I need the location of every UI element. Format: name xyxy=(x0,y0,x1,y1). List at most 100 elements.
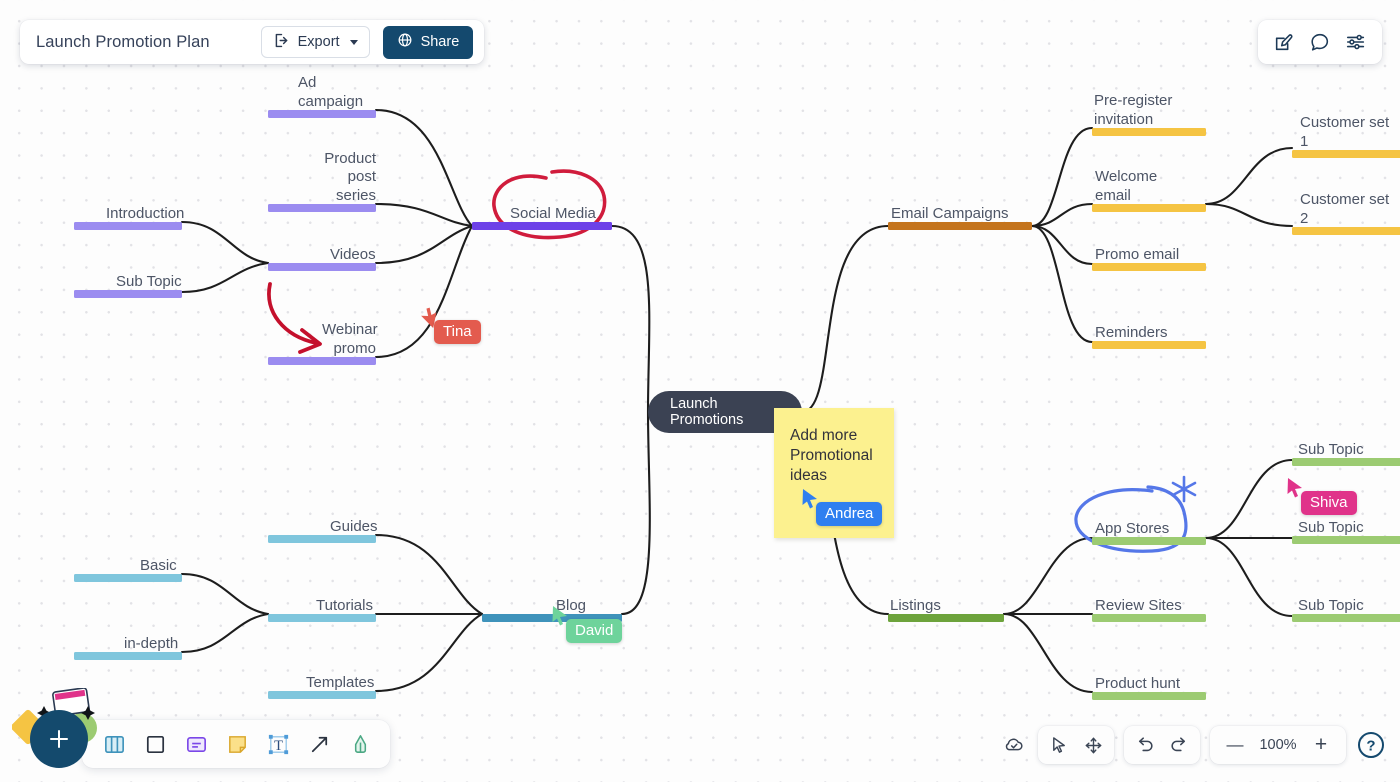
node-label: Webinar promo xyxy=(322,321,378,357)
node-bar xyxy=(74,574,182,582)
export-button[interactable]: Export xyxy=(260,26,370,58)
cursor-label: Tina xyxy=(434,320,481,344)
node-label: Sub Topic xyxy=(1298,440,1364,458)
node-bar xyxy=(268,263,376,271)
mindmap-app: Launch Promotion Plan Export Share Ad ca… xyxy=(0,0,1400,782)
node-bar xyxy=(1292,536,1400,544)
node-customer-set-1[interactable]: Customer set 1 xyxy=(1292,100,1400,158)
node-label: Promo email xyxy=(1095,245,1180,263)
node-label: App Stores xyxy=(1095,519,1170,537)
node-bar xyxy=(1092,614,1206,622)
cursor-label: Andrea xyxy=(816,502,883,526)
undo-icon[interactable] xyxy=(1130,730,1160,760)
share-button[interactable]: Share xyxy=(382,25,474,59)
node-product-hunt[interactable]: Product hunt xyxy=(1092,663,1206,700)
node-product-post-series[interactable]: Product post series xyxy=(268,150,376,212)
export-button-label: Export xyxy=(297,34,340,50)
node-pre-register-invitation[interactable]: Pre-register invitation xyxy=(1092,78,1206,136)
zoom-in-button[interactable]: + xyxy=(1306,730,1336,760)
node-promo-email[interactable]: Promo email xyxy=(1092,234,1206,271)
node-videos[interactable]: Videos xyxy=(268,234,376,271)
node-label: Reminders xyxy=(1095,323,1168,341)
cloud-saved-icon[interactable] xyxy=(1000,733,1028,757)
text-tool-icon[interactable]: T xyxy=(262,728,294,760)
node-label: Customer set 2 xyxy=(1300,191,1390,227)
node-bar xyxy=(1092,128,1206,136)
node-social-media[interactable]: Social Media xyxy=(472,195,612,230)
card-icon[interactable] xyxy=(180,728,212,760)
pan-move-icon[interactable] xyxy=(1078,730,1108,760)
node-in-depth[interactable]: in-depth xyxy=(74,623,182,660)
node-sub-topic-1[interactable]: Sub Topic xyxy=(1292,429,1400,466)
node-label: Product hunt xyxy=(1095,674,1181,692)
node-bar xyxy=(472,222,612,230)
cursor-select-icon[interactable] xyxy=(1044,730,1074,760)
node-label: Guides xyxy=(330,517,378,535)
node-customer-set-2[interactable]: Customer set 2 xyxy=(1292,177,1400,235)
node-listings[interactable]: Listings xyxy=(888,585,1004,622)
frame-icon[interactable] xyxy=(139,728,171,760)
node-label: Basic xyxy=(140,556,177,574)
node-basic[interactable]: Basic xyxy=(74,545,182,582)
zoom-out-button[interactable]: — xyxy=(1220,730,1250,760)
node-review-sites[interactable]: Review Sites xyxy=(1092,585,1206,622)
node-bar xyxy=(1292,227,1400,235)
export-arrow-icon xyxy=(273,32,290,53)
node-bar xyxy=(268,110,376,118)
node-reminders[interactable]: Reminders xyxy=(1092,312,1206,349)
node-label: Social Media xyxy=(510,204,596,222)
node-bar xyxy=(74,222,182,230)
node-bar xyxy=(1092,263,1206,271)
node-bar xyxy=(1292,150,1400,158)
node-tutorials[interactable]: Tutorials xyxy=(268,585,376,622)
node-label: Pre-register invitation xyxy=(1094,92,1173,128)
page-title[interactable]: Launch Promotion Plan xyxy=(36,33,248,52)
node-email-campaigns[interactable]: Email Campaigns xyxy=(888,195,1032,230)
header-bar: Launch Promotion Plan Export Share xyxy=(20,20,485,64)
node-templates[interactable]: Templates xyxy=(268,662,376,699)
node-bar xyxy=(268,691,376,699)
arrow-tool-icon[interactable] xyxy=(303,728,335,760)
svg-text:T: T xyxy=(274,737,283,753)
bottomright-controls: — 100% + ? xyxy=(1000,726,1386,764)
node-label: Templates xyxy=(306,673,375,691)
redo-icon[interactable] xyxy=(1164,730,1194,760)
node-bar xyxy=(268,614,376,622)
node-sub-topic-social[interactable]: Sub Topic xyxy=(74,263,182,298)
share-button-label: Share xyxy=(420,34,460,50)
comment-icon[interactable] xyxy=(1309,31,1331,53)
zoom-level-label[interactable]: 100% xyxy=(1256,737,1300,753)
node-sub-topic-3[interactable]: Sub Topic xyxy=(1292,585,1400,622)
help-question-icon[interactable]: ? xyxy=(1356,730,1386,760)
node-label: Email Campaigns xyxy=(891,204,1009,222)
node-introduction[interactable]: Introduction xyxy=(74,195,184,230)
node-bar xyxy=(268,204,376,212)
node-bar xyxy=(888,222,1032,230)
node-welcome-email[interactable]: Welcome email xyxy=(1092,155,1206,212)
node-label: Sub Topic xyxy=(1298,518,1364,536)
node-label: Listings xyxy=(890,596,941,614)
globe-icon xyxy=(397,32,413,52)
pointer-tools-group xyxy=(1038,726,1114,764)
add-button[interactable] xyxy=(30,710,88,768)
node-bar xyxy=(1092,692,1206,700)
node-bar xyxy=(1092,204,1206,212)
node-ad-campaign[interactable]: Ad campaign xyxy=(268,74,376,118)
sticky-note-icon[interactable] xyxy=(221,728,253,760)
settings-sliders-icon[interactable] xyxy=(1345,31,1367,53)
topright-toolbar xyxy=(1258,20,1382,64)
node-bar xyxy=(1092,537,1206,545)
node-bar xyxy=(268,535,376,543)
edit-icon[interactable] xyxy=(1273,31,1295,53)
node-bar xyxy=(74,290,182,298)
highlighter-pen-icon[interactable] xyxy=(344,728,376,760)
node-app-stores[interactable]: App Stores xyxy=(1092,508,1206,545)
bottom-toolbar: T xyxy=(82,720,390,768)
node-guides[interactable]: Guides xyxy=(268,506,378,543)
node-bar xyxy=(268,357,376,365)
node-label: Product post series xyxy=(324,149,376,204)
node-webinar-promo[interactable]: Webinar promo xyxy=(268,305,378,365)
node-bar xyxy=(888,614,1004,622)
zoom-group: — 100% + xyxy=(1210,726,1346,764)
node-label: Sub Topic xyxy=(1298,596,1364,614)
